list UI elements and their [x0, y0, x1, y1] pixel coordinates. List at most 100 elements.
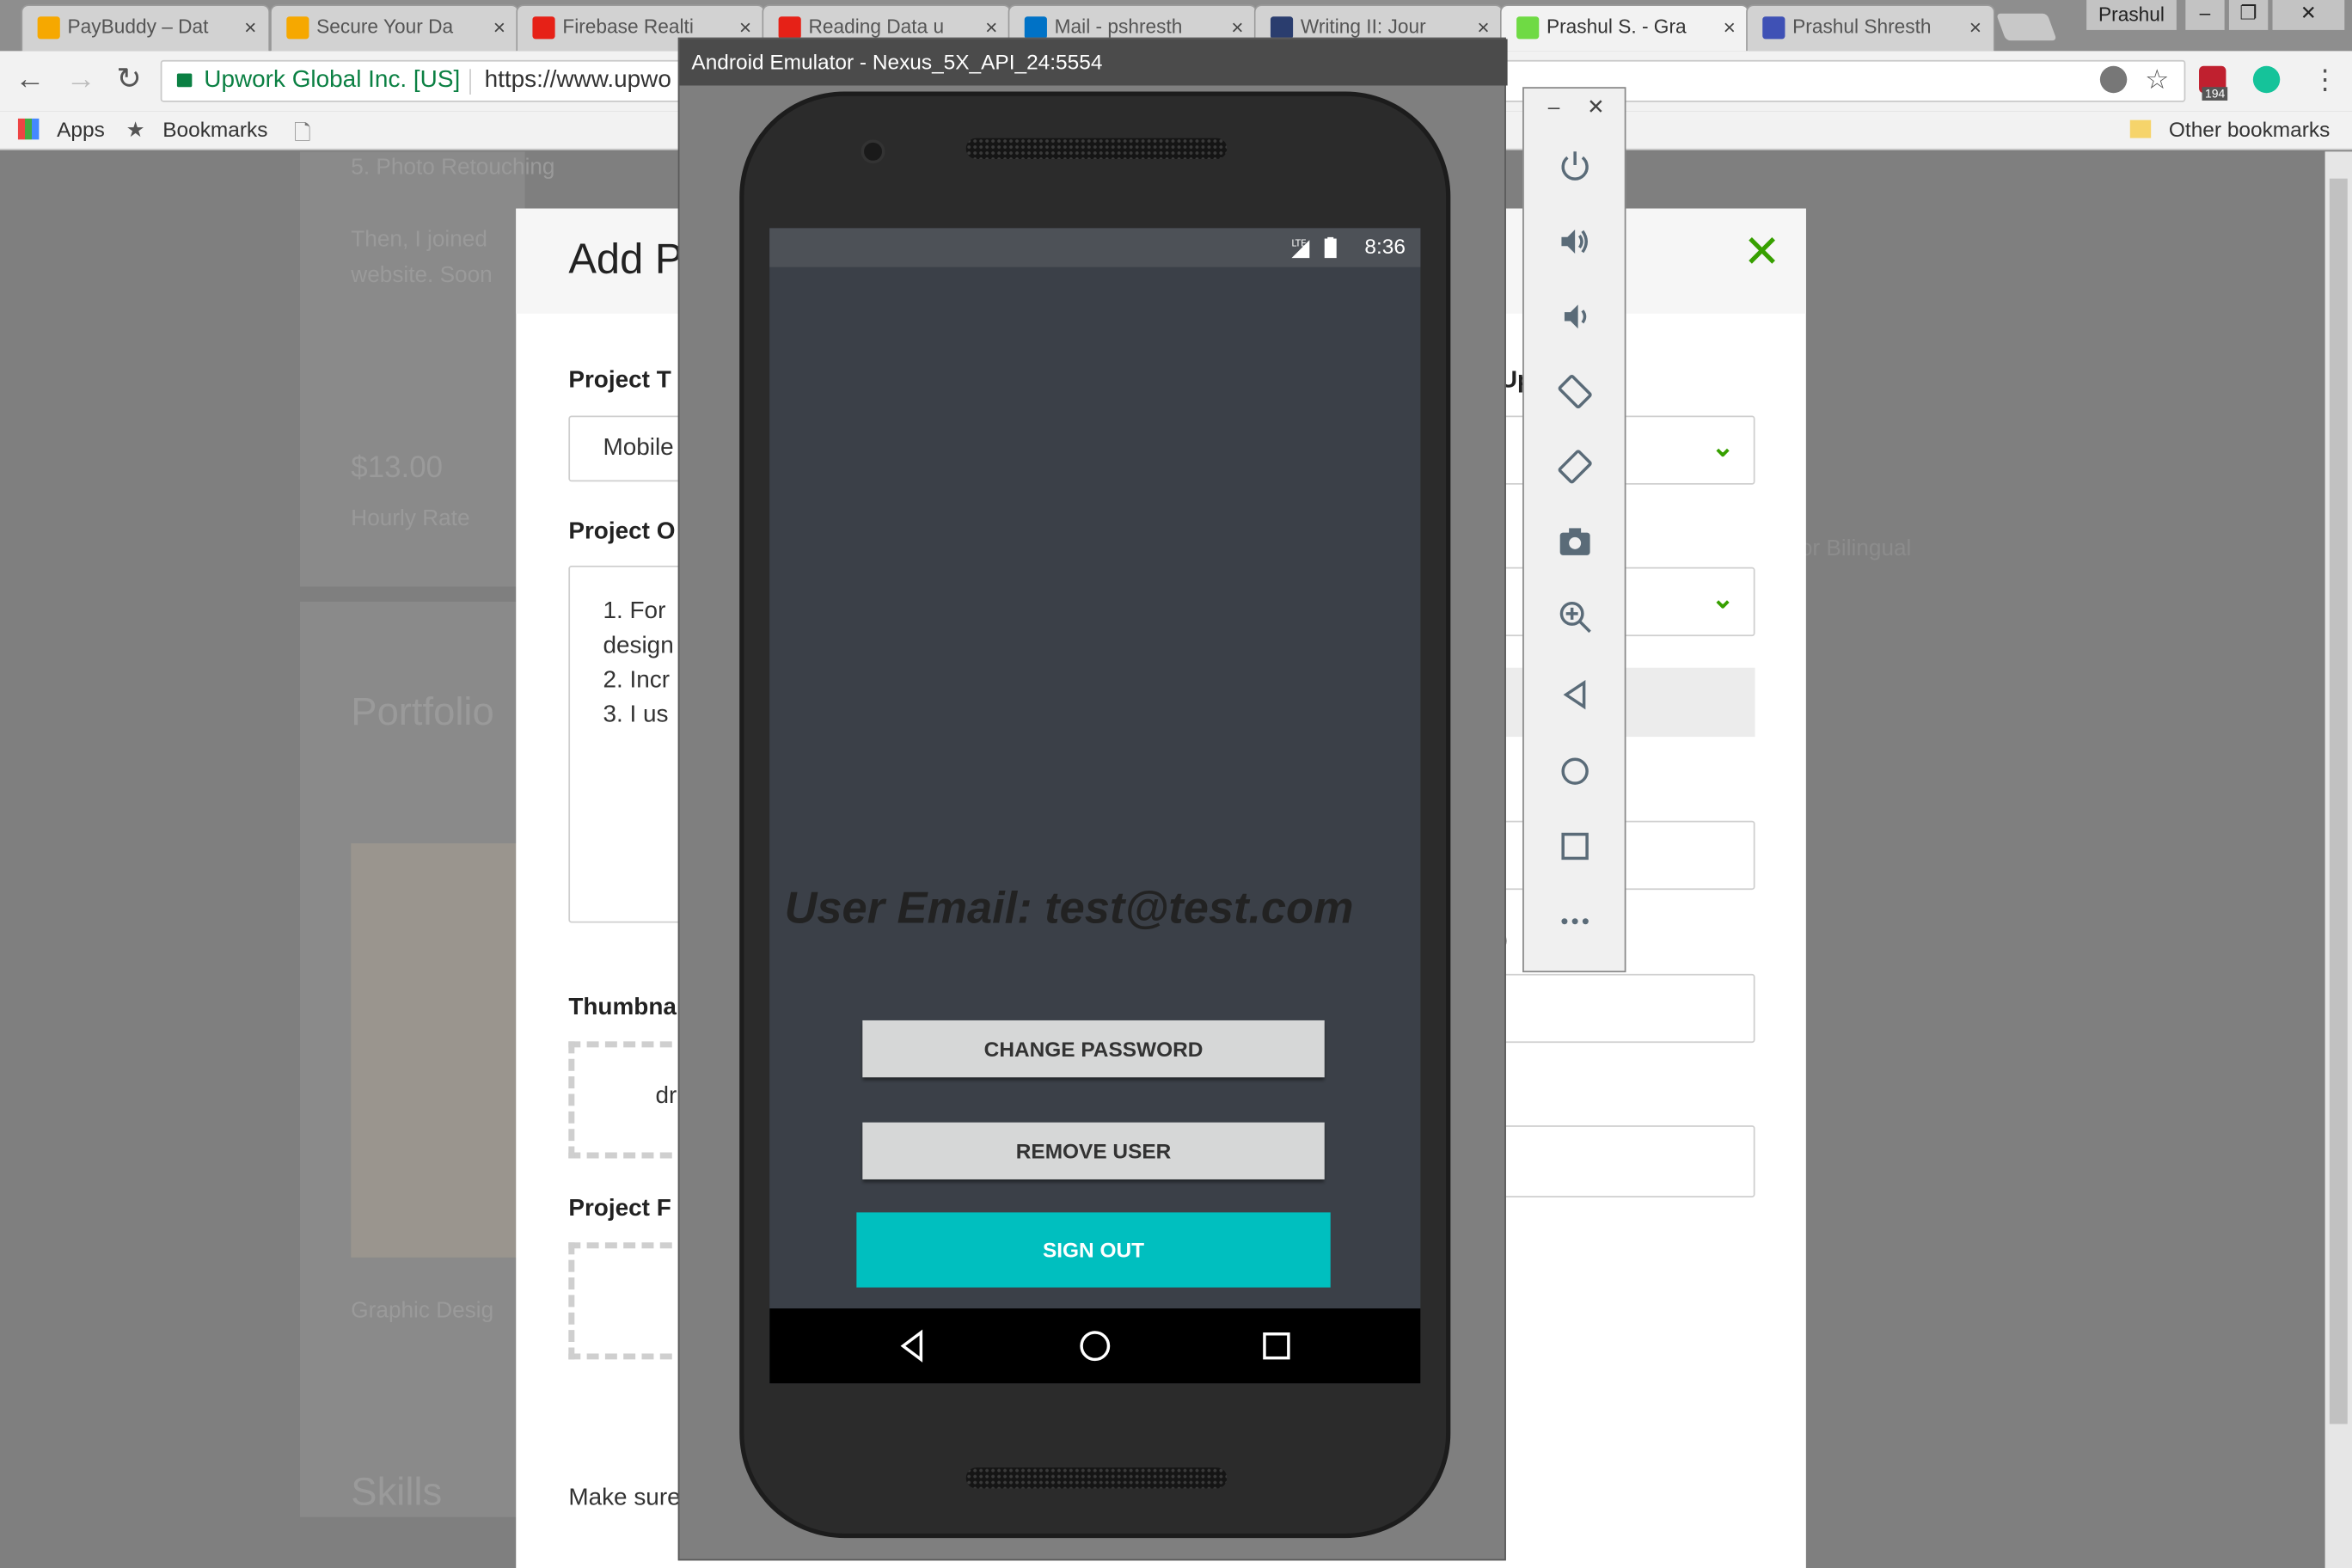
user-email-text: User Email: test@test.com: [784, 884, 1354, 934]
close-tab-icon[interactable]: ×: [1724, 6, 1736, 48]
device-screen: LTE 8:36 User Email: test@test.com CHANG…: [769, 228, 1421, 1384]
browser-tab-active[interactable]: Prashul S. - Gra ×: [1499, 4, 1749, 52]
skills-input[interactable]: [1499, 1125, 1755, 1197]
secure-label: Upwork Global Inc. [US]: [204, 67, 461, 94]
tab-label: Secure Your Da: [316, 15, 454, 38]
secure-indicator[interactable]: Upwork Global Inc. [US]: [176, 62, 461, 101]
panel-close-icon[interactable]: ✕: [1587, 95, 1604, 120]
extension-badge: 194: [2202, 87, 2228, 101]
bookmarks-bookmark[interactable]: ★ Bookmarks: [126, 117, 268, 143]
grammarly-icon[interactable]: [2252, 65, 2281, 94]
portfolio-thumbnail[interactable]: [351, 842, 525, 1258]
minimize-icon[interactable]: –: [2185, 0, 2225, 30]
dropzone-hint: dr: [655, 1083, 677, 1109]
project-overview-label: Project O: [568, 518, 676, 545]
front-camera: [861, 139, 885, 164]
project-title-label: Project T: [568, 367, 671, 394]
url-text: https://www.upwo: [484, 67, 671, 94]
browser-tab[interactable]: PayBuddy – Dat ×: [21, 4, 271, 52]
firebase-icon: [286, 16, 309, 40]
signal-battery-icon: LTE: [1291, 236, 1337, 259]
translate-icon[interactable]: [2099, 65, 2128, 94]
portfolio-caption: Graphic Desig: [351, 1297, 494, 1324]
apps-icon: [17, 118, 40, 140]
browser-tab[interactable]: Secure Your Da ×: [270, 4, 519, 52]
tab-label: Prashul Shresth: [1792, 15, 1932, 38]
firebase-icon: [37, 16, 60, 40]
menu-icon[interactable]: ⋮: [2307, 63, 2343, 99]
svg-text:LTE: LTE: [1291, 238, 1306, 248]
upwork-icon: [1516, 16, 1540, 40]
rate-label: Hourly Rate: [351, 505, 470, 531]
home-icon[interactable]: [1077, 1328, 1113, 1364]
portfolio-heading: Portfolio: [351, 689, 494, 734]
tab-label: Prashul S. - Gra: [1546, 15, 1687, 38]
youtube-icon: [532, 16, 555, 40]
change-password-button[interactable]: CHANGE PASSWORD: [862, 1020, 1325, 1078]
chevron-down-icon: ⌄: [1711, 432, 1735, 462]
star-icon[interactable]: ☆: [2139, 63, 2175, 99]
reload-icon[interactable]: ↻: [111, 63, 147, 99]
forward-arrow-icon[interactable]: →: [63, 63, 99, 99]
volume-up-icon[interactable]: [1557, 224, 1593, 260]
new-tab-button[interactable]: [1995, 13, 2057, 41]
divider: [469, 69, 471, 95]
remove-user-button[interactable]: REMOVE USER: [862, 1122, 1325, 1179]
bookmarks-label: Bookmarks: [162, 117, 268, 142]
status-time: 8:36: [1364, 234, 1406, 259]
back-arrow-icon[interactable]: ←: [12, 63, 48, 99]
restore-icon[interactable]: ❐: [2228, 0, 2269, 30]
page-scrollbar[interactable]: [2324, 151, 2352, 1568]
window-close-icon[interactable]: ✕: [2272, 0, 2345, 30]
android-emulator-window: Android Emulator - Nexus_5X_API_24:5554 …: [677, 37, 1508, 1561]
folder-icon: [2129, 119, 2152, 138]
overview-icon[interactable]: [1259, 1328, 1295, 1364]
scroll-thumb[interactable]: [2329, 178, 2348, 1424]
lock-icon: [176, 73, 193, 88]
bottom-speaker: [965, 1467, 1228, 1489]
camera-icon[interactable]: [1557, 524, 1593, 560]
apps-label: Apps: [57, 117, 105, 142]
panel-minimize-icon[interactable]: –: [1548, 95, 1560, 119]
language-level-text: or Bilingual: [1799, 536, 1912, 561]
outlook-icon: [1024, 16, 1047, 40]
skills-heading: Skills: [351, 1468, 443, 1515]
profile-button[interactable]: Prashul: [2086, 0, 2177, 30]
emulator-controls-panel: – ✕: [1522, 87, 1626, 973]
android-nav-bar: [769, 1308, 1421, 1384]
zoom-icon[interactable]: [1557, 598, 1593, 634]
close-icon[interactable]: ✕: [1743, 227, 1781, 279]
close-tab-icon[interactable]: ×: [1969, 6, 1981, 48]
more-icon[interactable]: [1557, 903, 1593, 940]
volume-down-icon[interactable]: [1557, 298, 1593, 334]
tab-label: PayBuddy – Dat: [67, 15, 209, 38]
top-speaker: [965, 138, 1228, 160]
course-icon: [1270, 16, 1294, 40]
overview-icon[interactable]: [1557, 829, 1593, 865]
close-tab-icon[interactable]: ×: [244, 6, 256, 48]
star-icon: ★: [126, 117, 145, 142]
status-bar: LTE 8:36: [769, 228, 1421, 267]
other-bookmarks[interactable]: Other bookmarks: [2129, 117, 2331, 142]
apps-bookmark[interactable]: Apps: [17, 117, 105, 142]
home-icon[interactable]: [1557, 753, 1593, 789]
rate-value: $13.00: [351, 451, 444, 485]
power-icon[interactable]: [1557, 149, 1593, 185]
sign-out-button[interactable]: SIGN OUT: [856, 1212, 1331, 1288]
rotate-right-icon[interactable]: [1557, 449, 1593, 485]
youtube-icon: [778, 16, 801, 40]
back-icon[interactable]: [894, 1328, 930, 1364]
other-bookmarks-label: Other bookmarks: [2168, 117, 2331, 142]
modal-title: Add P: [568, 236, 683, 283]
back-icon[interactable]: [1557, 677, 1593, 713]
bio-text: Then, I joined: [351, 226, 487, 253]
close-tab-icon[interactable]: ×: [493, 6, 505, 48]
page-icon[interactable]: 🗋: [294, 117, 311, 153]
rotate-left-icon[interactable]: [1557, 374, 1593, 410]
emulator-title: Android Emulator - Nexus_5X_API_24:5554: [679, 39, 1508, 86]
project-files-label: Project F: [568, 1196, 671, 1222]
browser-tab[interactable]: Prashul Shresth ×: [1746, 4, 1995, 52]
role-input[interactable]: [1499, 973, 1755, 1044]
photo-retouching-text: 5. Photo Retouching: [351, 154, 555, 181]
footer-note: Make sure: [568, 1485, 681, 1511]
